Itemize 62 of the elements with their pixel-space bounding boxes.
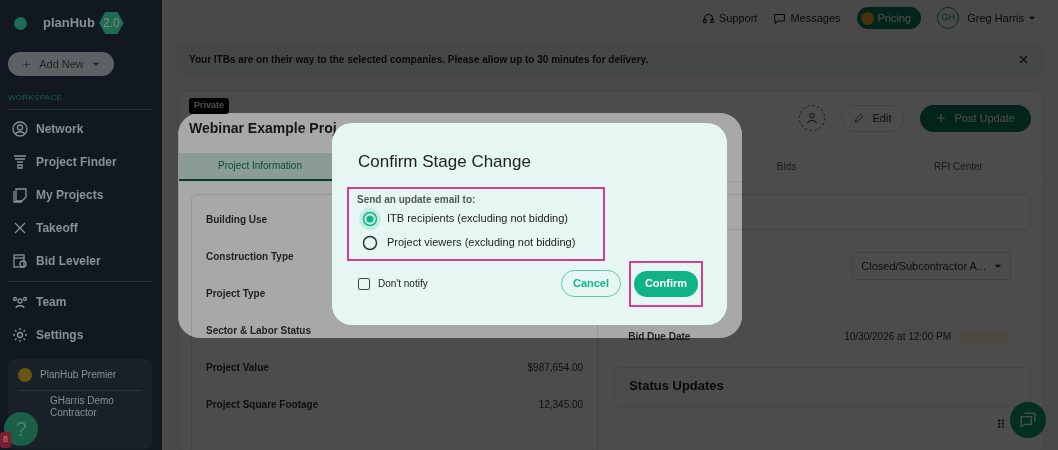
detail-value: $987,654.00 (527, 360, 584, 375)
nav-item[interactable]: Network (12, 112, 150, 145)
caret-icon (91, 60, 100, 68)
chat-bubble-icon (1019, 411, 1037, 429)
company-name: GHarris Demo Contractor (49, 394, 115, 419)
funnel-icon (12, 153, 28, 170)
radio-button[interactable] (359, 207, 381, 230)
edit-button[interactable]: Edit (841, 105, 905, 132)
calendar-clock-icon (12, 252, 28, 269)
nav-item[interactable]: Bid Leveler (12, 244, 150, 277)
add-new-button[interactable]: Add New (8, 52, 114, 76)
pricing-button[interactable]: Pricing (856, 6, 922, 30)
dont-notify-checkbox[interactable]: Don't notify (358, 276, 428, 291)
close-icon (1018, 53, 1029, 65)
section-title: Status Updates (629, 378, 724, 393)
user-icon (806, 112, 819, 125)
user-icon (12, 120, 28, 137)
stage-dropdown[interactable]: Closed/Subcontractor A... (852, 251, 1011, 280)
plus-icon (22, 59, 32, 69)
privacy-badge: Private (189, 98, 230, 114)
plus-icon (936, 113, 947, 124)
back-button[interactable] (14, 16, 27, 30)
caret-icon (994, 261, 1002, 270)
dialog-title: Confirm Stage Change (358, 151, 532, 173)
nav-item[interactable]: Team (12, 285, 150, 318)
prompt-text: Send an update email to: (357, 192, 477, 207)
nav-item[interactable]: Settings (12, 318, 150, 351)
user-menu[interactable]: Greg Harris (967, 9, 1036, 27)
radio-option[interactable]: Project viewers (excluding not bidding) (359, 230, 576, 255)
version-badge: 2.0 (99, 12, 124, 34)
project-title: Webinar Example Proj (189, 118, 337, 138)
detail-value: 12,345.00 (538, 397, 584, 412)
nav-item[interactable]: Takeoff (12, 211, 150, 244)
detail-label: Sector & Labor Status (206, 323, 312, 338)
settings-icon (12, 326, 28, 343)
checkbox[interactable] (358, 277, 370, 290)
nav-item[interactable]: My Projects (12, 178, 150, 211)
section-heading: WORKSPACE (7, 92, 64, 104)
detail-label: Project Square Footage (206, 397, 319, 412)
notification-count: 8 (0, 432, 11, 448)
detail-label: Project Type (206, 286, 266, 301)
caret-icon (1028, 14, 1036, 22)
drag-handle-icon (996, 416, 1006, 430)
folder-icon (12, 186, 28, 203)
pencil-icon (854, 113, 865, 124)
detail-label: Project Value (206, 360, 269, 375)
close-button[interactable] (1018, 53, 1029, 65)
detail-label: Construction Type (206, 249, 294, 264)
chat-bubble-icon (773, 11, 787, 25)
logo-text: planHub (43, 14, 95, 33)
plan-name: PlanHub Premier (40, 368, 117, 382)
post-update-button[interactable]: Post Update (920, 105, 1031, 132)
headset-icon (701, 11, 715, 25)
alert-text: Your ITBs are on their way to the selected companies. Please allow up to 30 minutes for delivery. (189, 52, 649, 67)
detail-label: Building Use (206, 212, 268, 227)
nav-item[interactable]: Project Finder (12, 145, 150, 178)
radio-option[interactable]: ITB recipients (excluding not bidding) (359, 206, 568, 231)
top-link[interactable]: Messages (773, 9, 841, 27)
confirm-button[interactable]: Confirm (634, 270, 698, 297)
coin-icon (860, 11, 874, 25)
top-link[interactable]: Support (701, 9, 758, 27)
medal-icon (18, 367, 32, 382)
